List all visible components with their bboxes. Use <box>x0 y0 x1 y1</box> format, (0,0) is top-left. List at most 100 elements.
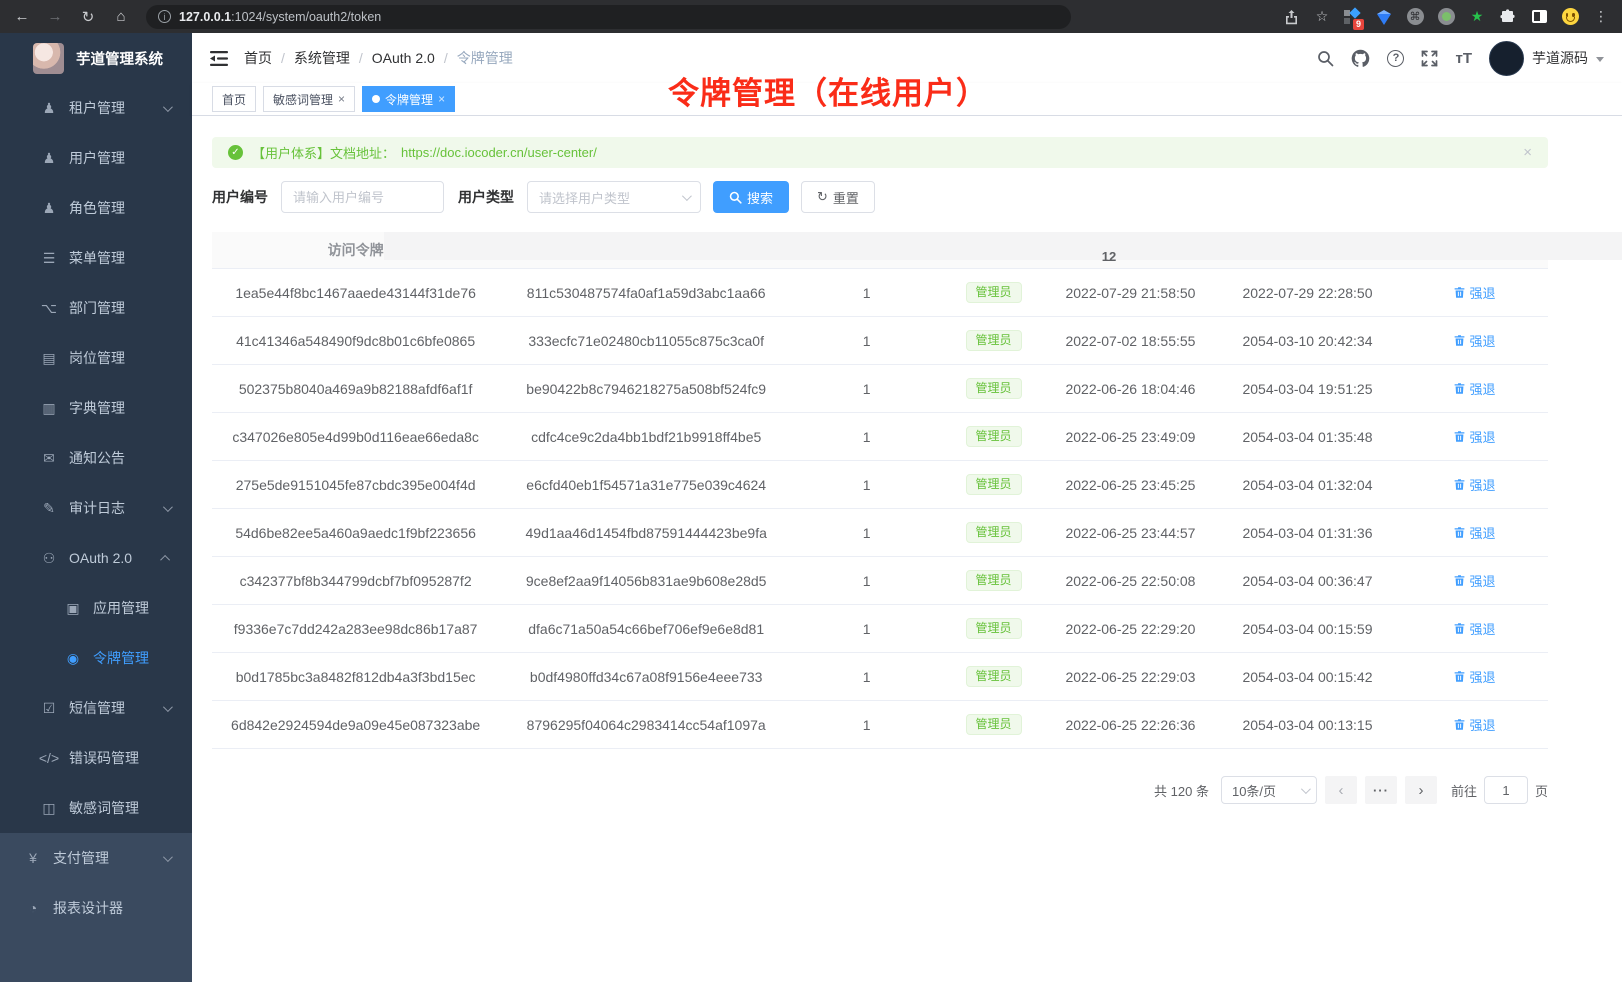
extension-record-icon[interactable] <box>1437 8 1455 26</box>
sidebar-item-department[interactable]: ⌥部门管理 <box>0 283 192 333</box>
extension-gem-icon[interactable] <box>1375 8 1393 26</box>
next-page-button[interactable]: › <box>1405 776 1437 804</box>
force-logout-button[interactable]: 强退 <box>1453 427 1495 446</box>
force-logout-button[interactable]: 强退 <box>1453 283 1495 302</box>
user-profile-menu[interactable]: 芋道源码 <box>1489 41 1604 76</box>
tab-label: 首页 <box>222 91 246 108</box>
side-panel-icon[interactable] <box>1530 8 1548 26</box>
cell-refresh-token: 9ce8ef2aa9f14056b831ae9b608e28d5 <box>499 573 793 589</box>
cell-user-id: 1 <box>793 525 940 541</box>
extension-command-icon[interactable]: ⌘ <box>1406 8 1424 26</box>
profile-name: 芋道源码 <box>1532 48 1588 68</box>
font-size-icon[interactable]: ᴛT <box>1455 50 1472 67</box>
site-info-icon[interactable]: i <box>158 10 171 23</box>
oauth-icon: ⚇ <box>38 550 60 567</box>
force-logout-button[interactable]: 强退 <box>1453 667 1495 686</box>
breadcrumb-item[interactable]: OAuth 2.0 <box>372 50 435 66</box>
sidebar-item-notice[interactable]: ✉通知公告 <box>0 433 192 483</box>
sidebar-item-report-designer[interactable]: ◔报表设计器 <box>0 883 192 933</box>
reset-button[interactable]: ↻ 重置 <box>801 181 875 213</box>
chevron-down-icon <box>163 702 173 712</box>
cell-created-time: 2022-07-29 21:58:50 <box>1047 285 1214 301</box>
force-logout-button[interactable]: 强退 <box>1453 379 1495 398</box>
force-logout-button[interactable]: 强退 <box>1453 475 1495 494</box>
share-icon[interactable] <box>1282 8 1300 26</box>
browser-home-icon[interactable]: ⌂ <box>110 8 132 25</box>
application-icon: ▣ <box>62 600 84 617</box>
alert-doc-link[interactable]: https://doc.iocoder.cn/user-center/ <box>401 145 597 160</box>
force-logout-button[interactable]: 强退 <box>1453 715 1495 734</box>
user-icon: ♟ <box>38 150 60 167</box>
browser-reload-icon[interactable]: ↻ <box>77 8 99 26</box>
sidebar-item-sensitive-word[interactable]: ◫敏感词管理 <box>0 783 192 833</box>
sidebar-item-post[interactable]: ▤岗位管理 <box>0 333 192 383</box>
breadcrumb-item[interactable]: 首页 <box>244 48 272 68</box>
sidebar-item-token[interactable]: ◉令牌管理 <box>0 633 192 683</box>
sidebar-item-tenant[interactable]: ♟租户管理 <box>0 83 192 133</box>
user-id-input[interactable] <box>281 181 444 213</box>
browser-back-icon[interactable]: ← <box>11 8 33 25</box>
more-pages-button[interactable]: ··· <box>1365 776 1397 804</box>
cell-refresh-token: e6cfd40eb1f54571a31e775e039c4624 <box>499 477 793 493</box>
search-button[interactable]: 搜索 <box>713 181 789 213</box>
sidebar-item-dictionary[interactable]: ▥字典管理 <box>0 383 192 433</box>
sidebar: 芋道管理系统 ♟租户管理♟用户管理♟角色管理☰菜单管理⌥部门管理▤岗位管理▥字典… <box>0 33 192 982</box>
address-bar[interactable]: i 127.0.0.1:1024/system/oauth2/token <box>146 5 1071 29</box>
cell-user-type: 管理员 <box>940 714 1047 735</box>
tab-item[interactable]: 首页 <box>212 86 256 112</box>
tab-close-icon[interactable]: × <box>438 92 445 106</box>
sidebar-item-role[interactable]: ♟角色管理 <box>0 183 192 233</box>
github-icon[interactable] <box>1351 49 1370 68</box>
sidebar-item-sms[interactable]: ☑短信管理 <box>0 683 192 733</box>
force-logout-button[interactable]: 强退 <box>1453 331 1495 350</box>
chevron-up-icon <box>160 554 170 564</box>
extensions-puzzle-icon[interactable] <box>1499 8 1517 26</box>
force-logout-button[interactable]: 强退 <box>1453 523 1495 542</box>
sidebar-item-label: 令牌管理 <box>93 648 149 668</box>
sidebar-item-audit-log[interactable]: ✎审计日志 <box>0 483 192 533</box>
sidebar-item-menu-tree[interactable]: ☰菜单管理 <box>0 233 192 283</box>
user-type-badge: 管理员 <box>966 474 1022 495</box>
page-jump-input[interactable] <box>1484 776 1528 804</box>
page-size-select[interactable]: 10条/页 <box>1221 776 1317 804</box>
cell-expire-time: 2054-03-04 00:13:15 <box>1214 717 1401 733</box>
sidebar-item-label: 菜单管理 <box>69 248 125 268</box>
tab-close-icon[interactable]: × <box>338 92 345 106</box>
browser-menu-icon[interactable]: ⋮ <box>1592 8 1610 26</box>
cell-user-type: 管理员 <box>940 474 1047 495</box>
sidebar-item-oauth[interactable]: ⚇OAuth 2.0 <box>0 533 192 583</box>
user-type-badge: 管理员 <box>966 330 1022 351</box>
user-type-select[interactable]: 请选择用户类型 <box>527 181 701 213</box>
sidebar-item-error-code[interactable]: </>错误码管理 <box>0 733 192 783</box>
sidebar-item-user[interactable]: ♟用户管理 <box>0 133 192 183</box>
help-icon[interactable]: ? <box>1387 50 1404 67</box>
sidebar-item-payment[interactable]: ¥支付管理 <box>0 833 192 883</box>
trash-icon <box>1453 622 1466 635</box>
tab-active[interactable]: 令牌管理× <box>362 86 455 112</box>
search-icon[interactable] <box>1317 50 1334 67</box>
previous-page-button[interactable]: ‹ <box>1325 776 1357 804</box>
table-row: f9336e7c7dd242a283ee98dc86b17a87dfa6c71a… <box>212 605 1548 653</box>
alert-close-icon[interactable]: × <box>1523 144 1532 161</box>
cell-user-id: 1 <box>793 717 940 733</box>
page-jump: 前往页 <box>1451 776 1548 804</box>
sidebar-toggle-icon[interactable] <box>210 51 228 66</box>
browser-forward-icon[interactable]: → <box>44 8 66 25</box>
fullscreen-icon[interactable] <box>1421 50 1438 67</box>
tab-item[interactable]: 敏感词管理× <box>263 86 355 112</box>
cell-actions: 强退 <box>1401 571 1548 590</box>
extension-diamond-icon[interactable]: 9 <box>1344 8 1362 26</box>
table-row: b0d1785bc3a8482f812db4a3f3bd15ecb0df4980… <box>212 653 1548 701</box>
force-logout-button[interactable]: 强退 <box>1453 571 1495 590</box>
bookmark-star-icon[interactable]: ☆ <box>1313 8 1331 26</box>
force-logout-button[interactable]: 强退 <box>1453 619 1495 638</box>
page-button-12[interactable]: 12 <box>384 232 1622 260</box>
extension-star-icon[interactable]: ★ <box>1468 8 1486 26</box>
cell-created-time: 2022-06-25 22:26:36 <box>1047 717 1214 733</box>
breadcrumb-item[interactable]: 系统管理 <box>294 48 350 68</box>
cell-user-id: 1 <box>793 669 940 685</box>
force-logout-label: 强退 <box>1469 427 1495 446</box>
profile-emoji-icon[interactable] <box>1561 8 1579 26</box>
cell-access-token: 1ea5e44f8bc1467aaede43144f31de76 <box>212 285 499 301</box>
sidebar-item-application[interactable]: ▣应用管理 <box>0 583 192 633</box>
